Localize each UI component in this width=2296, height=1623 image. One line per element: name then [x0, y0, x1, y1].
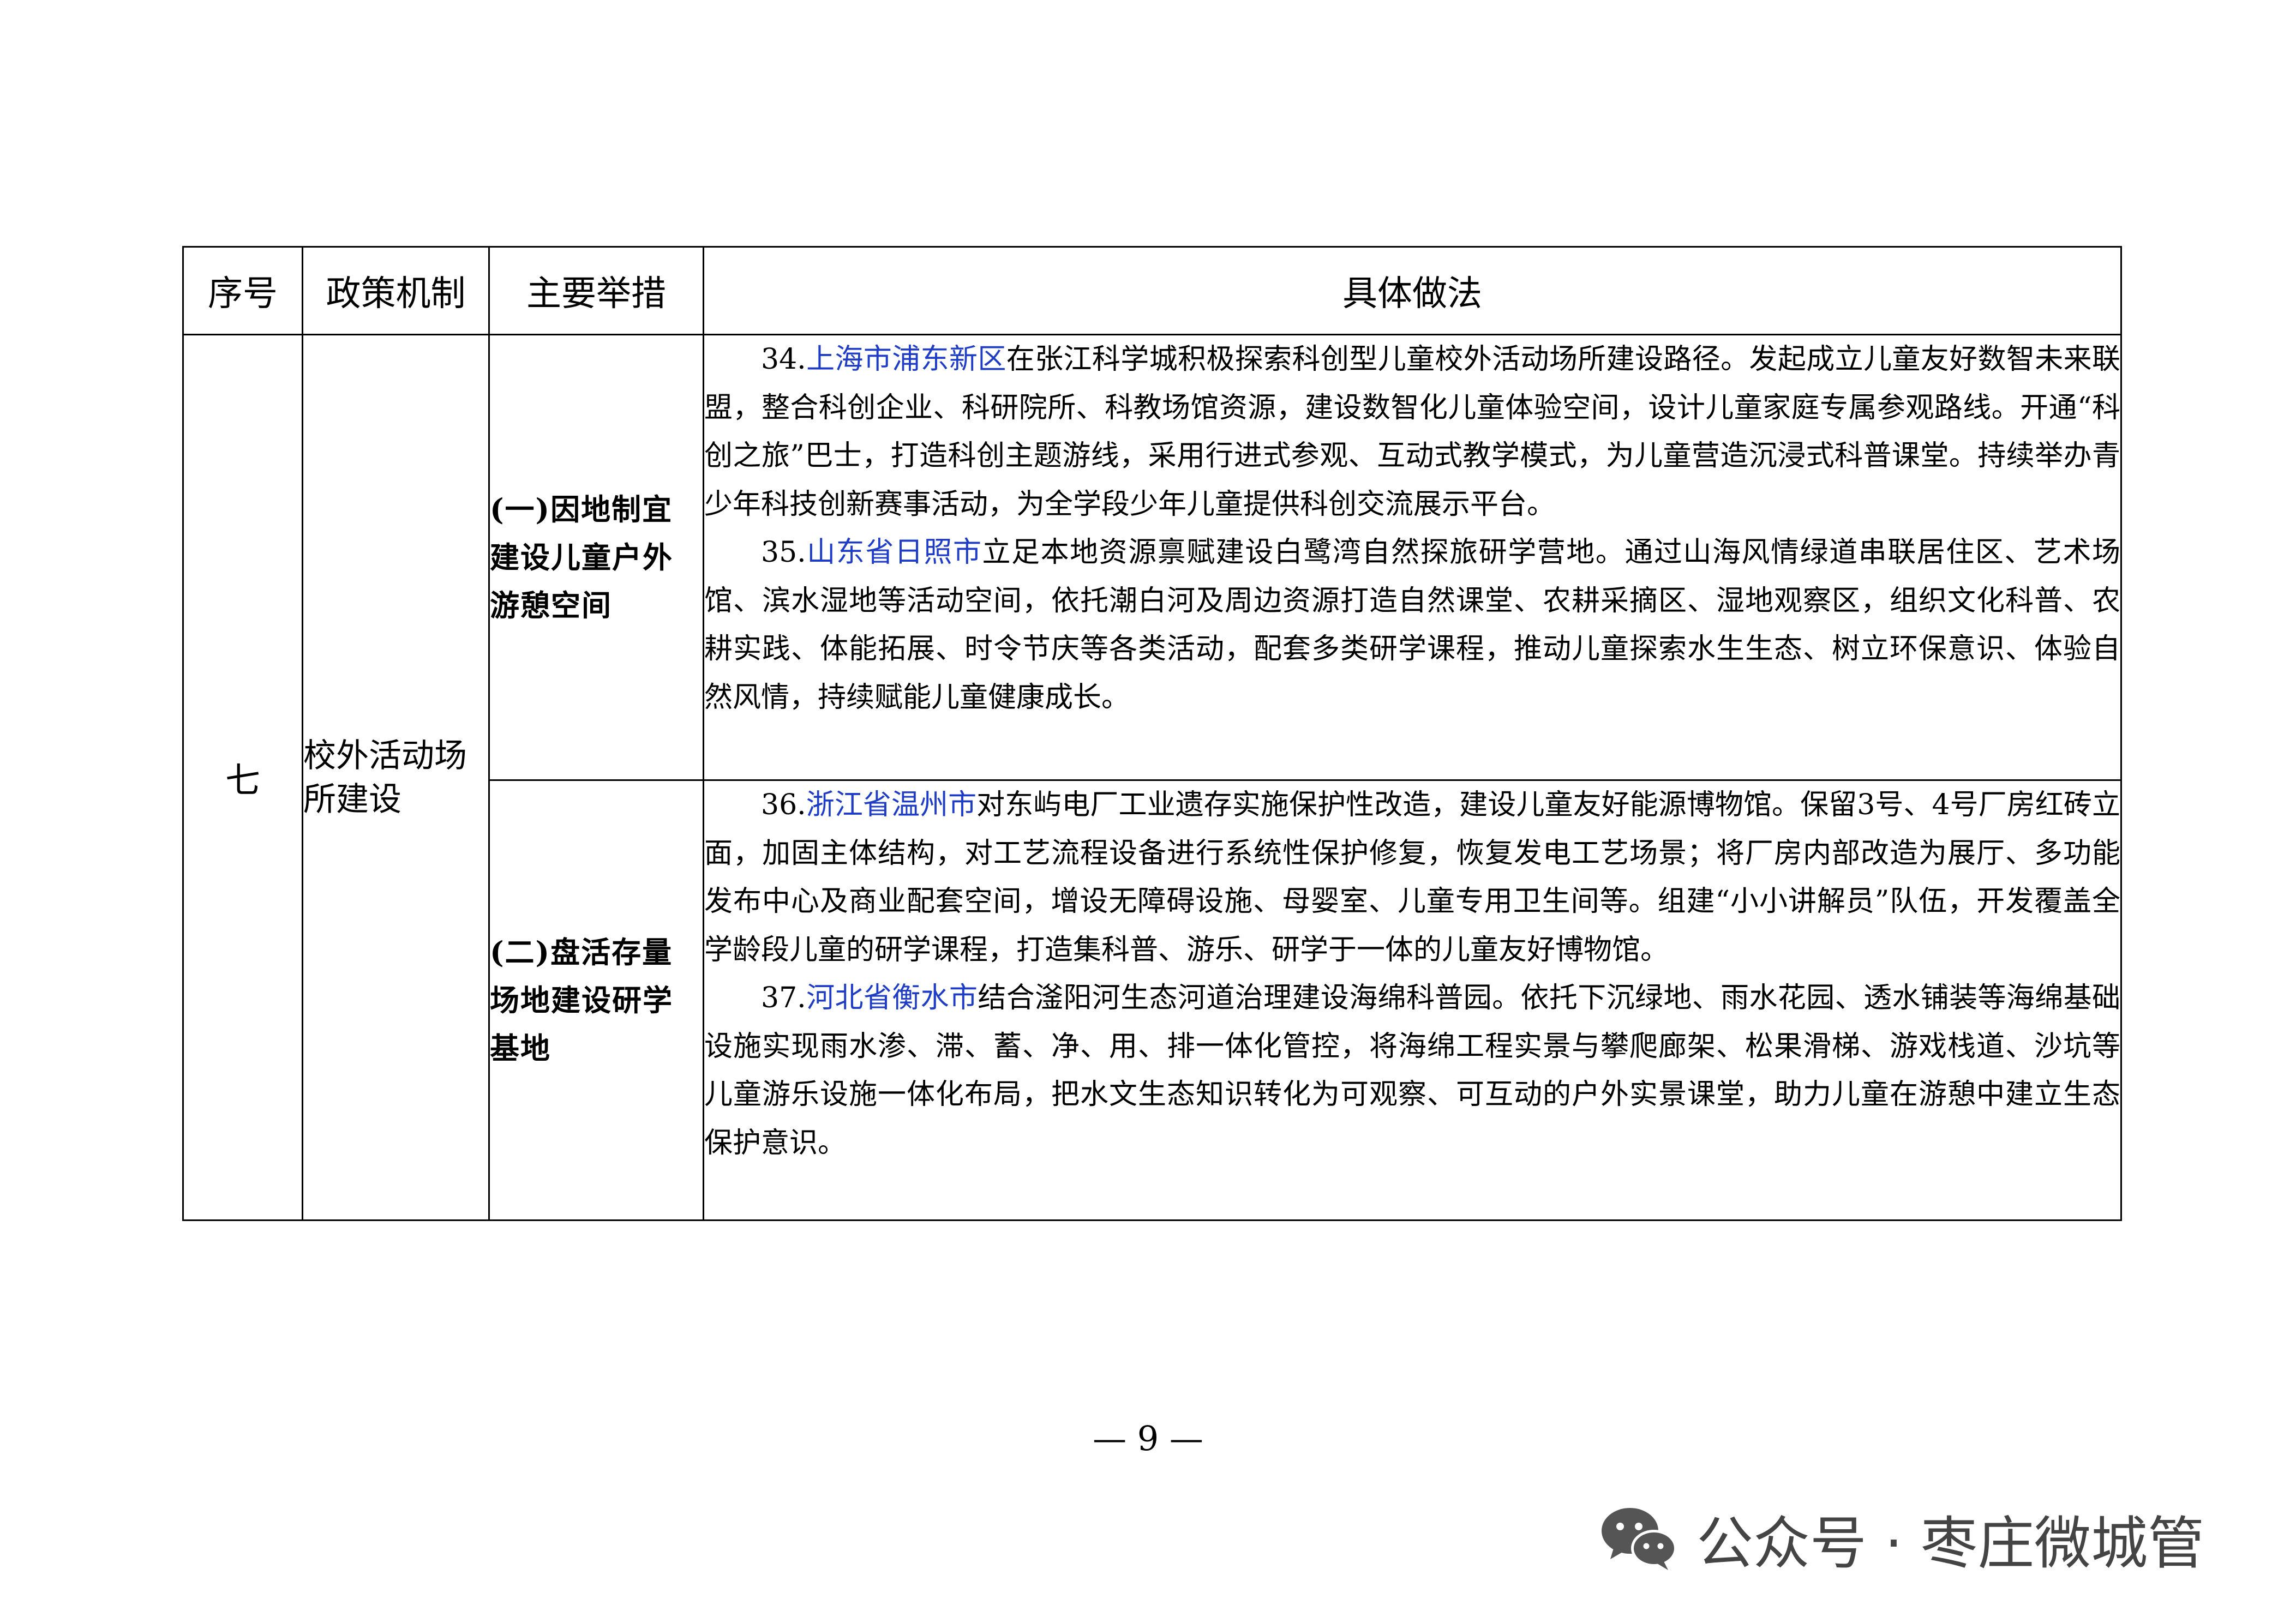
header-detail: 具体做法: [703, 246, 2122, 335]
detail-paragraph: 37.河北省衡水市结合滏阳河生态河道治理建设海绵科普园。依托下沉绿地、雨水花园、…: [704, 974, 2120, 1167]
header-measure: 主要举措: [488, 246, 704, 335]
item-number: 37.: [761, 982, 806, 1014]
item-number: 34.: [761, 343, 806, 376]
place-name: 上海市浦东新区: [806, 343, 1006, 376]
seq-cell: 七: [182, 334, 303, 1221]
place-name: 山东省日照市: [806, 536, 982, 569]
table-row: 七 校外活动场所建设 (一)因地制宜建设儿童户外游憩空间 34.上海市浦东新区在…: [182, 334, 2122, 1221]
item-number: 36.: [761, 789, 806, 821]
watermark-text: 公众号 · 枣庄微城管: [1696, 1510, 2205, 1577]
detail-cell: 34.上海市浦东新区在张江科学城积极探索科创型儿童校外活动场所建设路径。发起成立…: [703, 334, 2122, 781]
detail-paragraph: 36.浙江省温州市对东屿电厂工业遗存实施保护性改造，建设儿童友好能源博物馆。保留…: [704, 781, 2120, 974]
watermark: 公众号 · 枣庄微城管: [1598, 1497, 2204, 1579]
place-name: 浙江省温州市: [806, 789, 977, 821]
page-number: — 9 —: [1093, 1418, 1203, 1458]
mechanism-cell: 校外活动场所建设: [302, 334, 490, 1221]
detail-paragraph: 35.山东省日照市立足本地资源禀赋建设白鹭湾自然探旅研学营地。通过山海风情绿道串…: [704, 528, 2120, 722]
detail-cell: 36.浙江省温州市对东屿电厂工业遗存实施保护性改造，建设儿童友好能源博物馆。保留…: [703, 779, 2122, 1221]
measure-cell: (一)因地制宜建设儿童户外游憩空间: [488, 334, 704, 781]
table-header-row: 序号 政策机制 主要举措 具体做法: [182, 246, 2122, 335]
detail-paragraph: 34.上海市浦东新区在张江科学城积极探索科创型儿童校外活动场所建设路径。发起成立…: [704, 335, 2120, 528]
header-mechanism: 政策机制: [302, 246, 490, 335]
wechat-icon: [1602, 1508, 1677, 1570]
policy-table: 序号 政策机制 主要举措 具体做法 七 校外活动场所建设 (一)因地制宜建设儿童…: [182, 246, 2122, 1221]
item-number: 35.: [761, 536, 806, 569]
header-seq: 序号: [182, 246, 303, 335]
place-name: 河北省衡水市: [806, 982, 978, 1014]
measure-cell: (二)盘活存量场地建设研学基地: [488, 779, 704, 1221]
